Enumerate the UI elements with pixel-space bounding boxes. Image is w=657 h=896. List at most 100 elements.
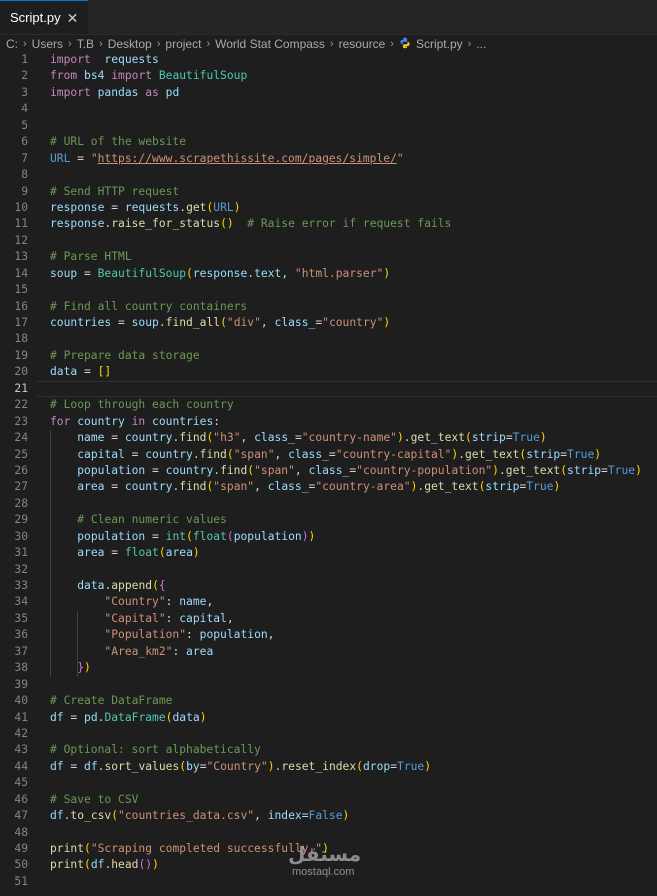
code-token: ( — [560, 463, 568, 477]
code-line[interactable]: 1 import requests — [0, 52, 657, 68]
code-line[interactable]: 41 df = pd.DataFrame(data) — [0, 710, 657, 726]
code-line[interactable]: 43 # Optional: sort alphabetically — [0, 742, 657, 758]
code-line[interactable]: 45 — [0, 775, 657, 791]
code-line[interactable]: 27 area = country.find("span", class_="c… — [0, 479, 657, 496]
code-line[interactable]: 9 # Send HTTP request — [0, 184, 657, 200]
code-token: = — [145, 463, 166, 477]
code-token: int — [165, 529, 187, 543]
breadcrumb: C: › Users › T.B › Desktop › project › World Stat … — [0, 35, 657, 53]
code-line[interactable]: 5 — [0, 118, 657, 134]
close-tab-icon[interactable]: ✕ — [67, 11, 79, 25]
code-line[interactable]: 17 countries = soup.find_all("div", class… — [0, 315, 657, 331]
code-text: URL = "https://www.scrapethissite.com/pa… — [50, 151, 404, 167]
code-text: population = int(float(population)) — [50, 529, 315, 545]
code-line[interactable]: 20 data = [] — [0, 364, 657, 380]
breadcrumb-item[interactable]: World Stat Compass — [215, 37, 325, 51]
code-token: = — [124, 447, 146, 461]
code-line[interactable]: 26 population = country. find ("span", cla… — [0, 462, 657, 480]
tab-script-py[interactable]: Script.py ✕ — [0, 0, 88, 34]
code-token: ( — [186, 266, 193, 280]
code-line[interactable]: 28 — [0, 495, 657, 513]
code-line[interactable]: 4 — [0, 101, 657, 117]
code-line[interactable]: 46 # Save to CSV — [0, 792, 657, 808]
breadcrumb-item[interactable]: Users — [32, 37, 63, 51]
code-token: import — [111, 69, 153, 83]
code-line[interactable]: 34 "Country": name, — [0, 594, 657, 611]
code-line[interactable]: 6 # URL of the website — [0, 134, 657, 150]
code-line[interactable]: 16 # Find all country containers — [0, 299, 657, 315]
code-line[interactable]: 3 import pandas as pd — [0, 85, 657, 101]
code-line[interactable]: 33 data.append({ — [0, 578, 657, 595]
code-token: strip — [471, 431, 506, 445]
code-token: index — [267, 809, 302, 823]
breadcrumb-item[interactable]: T.B — [77, 37, 94, 51]
line-number: 36 — [14, 628, 28, 642]
code-line[interactable]: 29 # Clean numeric values — [0, 512, 657, 529]
code-token: drop — [362, 759, 391, 773]
code-line[interactable]: 14 soup = BeautifulSoup(response.text, "h… — [0, 266, 657, 282]
code-line[interactable]: 11 response.raise_for_status() # Raise er… — [0, 216, 657, 232]
code-token: "span" — [233, 447, 275, 461]
watermark-url: mostaql.com — [292, 866, 355, 878]
code-line[interactable]: 8 — [0, 167, 657, 183]
breadcrumb-item[interactable]: Script.py — [416, 37, 463, 51]
code-line[interactable]: 42 — [0, 726, 657, 742]
code-line[interactable]: 7 URL = "https://www.scrapethissite.com/p… — [0, 151, 657, 167]
code-line[interactable]: 21 — [0, 380, 657, 398]
code-token: for — [50, 414, 71, 428]
code-line[interactable]: 12 — [0, 233, 657, 249]
code-text: import pandas as pd — [50, 85, 179, 101]
code-line[interactable]: 10 response = requests.get(URL) — [0, 200, 657, 216]
code-token: class_ — [267, 480, 309, 494]
code-line[interactable]: 36 "Population": population, — [0, 627, 657, 644]
code-line[interactable]: 22 # Loop through each country — [0, 397, 657, 413]
code-line[interactable]: 19 # Prepare data storage — [0, 348, 657, 364]
code-token: , — [294, 463, 309, 477]
code-line[interactable]: 38 }) — [0, 660, 657, 677]
code-line[interactable]: 18 — [0, 331, 657, 347]
code-line[interactable]: 44 df = df.sort_values(by="Country").rese… — [0, 759, 657, 775]
code-text: "Capital": capital, — [50, 611, 233, 627]
code-line[interactable]: 2 from bs4 import BeautifulSoup — [0, 68, 657, 84]
breadcrumb-item[interactable]: C: — [6, 37, 18, 51]
code-line[interactable]: 13 # Parse HTML — [0, 249, 657, 265]
code-text: "Population": population, — [50, 627, 274, 643]
code-line[interactable]: 40 # Create DataFrame — [0, 693, 657, 709]
code-token: strip — [567, 463, 602, 477]
code-line[interactable]: 23 for country in countries: — [0, 414, 657, 430]
breadcrumb-item[interactable]: Desktop — [108, 37, 152, 51]
code-token: , — [267, 628, 275, 642]
line-number: 2 — [21, 69, 28, 83]
code-text: df = pd.DataFrame(data) — [50, 710, 207, 726]
code-line[interactable]: 24 name = country.find("h3", class_="cou… — [0, 430, 657, 447]
line-number: 22 — [14, 398, 28, 412]
code-line[interactable]: 31 area = float(area) — [0, 545, 657, 562]
code-token: countries — [145, 414, 214, 428]
code-line[interactable]: 47 df.to_csv("countries_data.csv", index=… — [0, 808, 657, 824]
breadcrumb-item[interactable]: project — [165, 37, 201, 51]
code-line[interactable]: 25 capital = country.find("span", class_… — [0, 446, 657, 463]
code-line[interactable]: 32 — [0, 561, 657, 578]
code-line[interactable]: 37 "Area_km2": area — [0, 643, 657, 661]
code-line[interactable]: 48 — [0, 825, 657, 841]
code-token: requests — [124, 200, 180, 214]
code-line[interactable]: 39 — [0, 677, 657, 693]
breadcrumb-item[interactable]: resource — [339, 37, 386, 51]
breadcrumb-separator-icon: › — [23, 38, 27, 50]
code-line[interactable]: 15 — [0, 282, 657, 298]
line-number: 42 — [14, 726, 28, 740]
code-token: = — [104, 480, 125, 494]
code-token: DataFrame — [104, 710, 166, 724]
code-line[interactable]: 35 "Capital": capital, — [0, 610, 657, 628]
code-token: get_text — [424, 480, 479, 494]
breadcrumb-item[interactable]: ... — [476, 37, 486, 51]
code-token: = — [328, 447, 336, 461]
code-token: , — [274, 447, 289, 461]
code-editor[interactable]: 1 import requests 2 from bs4 import Beautif… — [0, 52, 657, 896]
code-line[interactable]: 30 population = int(float(population)) — [0, 528, 657, 546]
